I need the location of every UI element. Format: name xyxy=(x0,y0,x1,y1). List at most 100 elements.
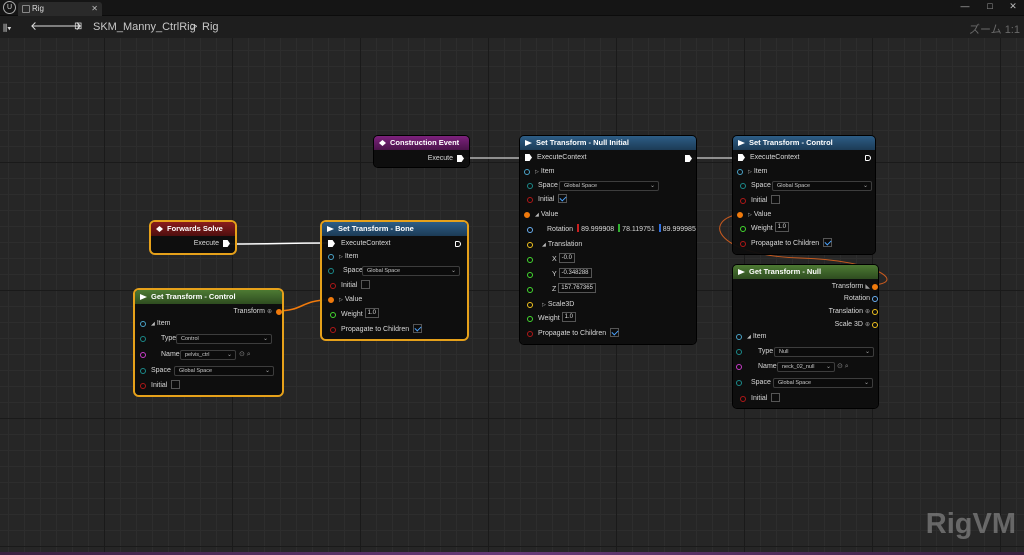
propagate-pin[interactable] xyxy=(527,331,533,337)
propagate-pin[interactable] xyxy=(330,327,336,333)
name-dropdown[interactable]: neck_02_null ⌄ xyxy=(777,362,835,372)
get-transform-null-node[interactable]: Get Transform - Null Transform ◣ Rotation… xyxy=(733,265,878,408)
y-input[interactable]: -0.348288 xyxy=(558,268,592,279)
type-pin[interactable] xyxy=(736,349,742,355)
transform-output-pin[interactable] xyxy=(276,309,282,315)
execute-pin[interactable] xyxy=(457,155,464,162)
space-pin[interactable] xyxy=(328,268,334,274)
space-dropdown[interactable]: Global Space ⌄ xyxy=(773,378,873,388)
initial-pin[interactable] xyxy=(527,197,533,203)
weight-pin[interactable] xyxy=(740,226,746,232)
item-label: Item xyxy=(156,320,171,327)
initial-pin[interactable] xyxy=(740,198,746,204)
initial-checkbox[interactable] xyxy=(171,379,181,389)
initial-pin[interactable] xyxy=(140,383,146,389)
weight-input[interactable]: 1.0 xyxy=(561,312,576,323)
value-pin[interactable] xyxy=(737,212,743,218)
maximize-button[interactable]: □ xyxy=(982,1,998,11)
graph-navbar: ⫼▾ 🡐 🡒 ⊞ SKM_Manny_CtrlRig > Rig ズーム 1:1 xyxy=(0,16,1024,38)
set-transform-null-initial-node[interactable]: Set Transform - Null Initial ExecuteCont… xyxy=(520,136,696,344)
propagate-pin[interactable] xyxy=(740,241,746,247)
type-dropdown[interactable]: Control ⌄ xyxy=(176,334,272,344)
menu-icon[interactable]: ⫼▾ xyxy=(3,22,12,34)
space-pin[interactable] xyxy=(736,380,742,386)
space-pin[interactable] xyxy=(740,183,746,189)
execute-input-pin[interactable] xyxy=(328,240,335,247)
translation-pin[interactable] xyxy=(527,242,533,248)
unreal-logo-icon[interactable]: U xyxy=(3,1,16,14)
name-value: pelvis_ctrl xyxy=(185,352,210,358)
breadcrumb-asset[interactable]: SKM_Manny_CtrlRig xyxy=(93,21,196,33)
initial-checkbox[interactable] xyxy=(361,279,371,289)
execute-output-pin[interactable] xyxy=(455,241,461,247)
minimize-button[interactable]: — xyxy=(957,1,973,11)
item-pin[interactable] xyxy=(328,254,334,260)
set-transform-control-node[interactable]: Set Transform - Control ExecuteContext ▷… xyxy=(733,136,875,254)
rotation-y-value[interactable]: 78.119751 xyxy=(622,226,655,233)
weight-pin[interactable] xyxy=(527,316,533,322)
transform-output-pin[interactable] xyxy=(872,284,878,290)
close-button[interactable]: ✕ xyxy=(1005,1,1021,12)
chevron-down-icon: ⌄ xyxy=(450,268,456,274)
rotation-pin[interactable] xyxy=(527,227,533,233)
space-pin[interactable] xyxy=(527,183,533,189)
item-pin[interactable] xyxy=(140,321,146,327)
x-input[interactable]: -0.0 xyxy=(558,253,575,264)
execute-output-pin[interactable] xyxy=(865,155,871,161)
name-dropdown[interactable]: pelvis_ctrl ⌄ xyxy=(180,350,236,360)
space-dropdown[interactable]: Global Space ⌄ xyxy=(362,266,460,276)
forwards-solve-node[interactable]: Forwards Solve Execute xyxy=(151,222,235,253)
tab-rig[interactable]: Rig ✕ xyxy=(18,2,102,16)
initial-checkbox[interactable] xyxy=(558,193,568,203)
space-value: Global Space xyxy=(564,183,598,189)
type-pin[interactable] xyxy=(140,336,146,342)
scale3d-output-pin[interactable] xyxy=(872,322,878,328)
z-pin[interactable] xyxy=(527,287,533,293)
space-dropdown[interactable]: Global Space ⌄ xyxy=(174,366,274,376)
get-transform-control-node[interactable]: Get Transform - Control Transform ⊕ ◢ Item… xyxy=(135,290,282,395)
set-transform-bone-node[interactable]: Set Transform - Bone ExecuteContext ▷ Ite… xyxy=(322,222,467,339)
type-dropdown[interactable]: Null ⌄ xyxy=(774,347,874,357)
node-title: Get Transform - Null xyxy=(749,267,822,276)
x-pin[interactable] xyxy=(527,257,533,263)
translation-output-pin[interactable] xyxy=(872,309,878,315)
value-pin[interactable] xyxy=(524,212,530,218)
initial-checkbox[interactable] xyxy=(771,194,781,204)
execute-output-pin[interactable] xyxy=(685,155,692,162)
y-pin[interactable] xyxy=(527,272,533,278)
space-dropdown[interactable]: Global Space ⌄ xyxy=(559,181,659,191)
propagate-checkbox[interactable] xyxy=(413,323,423,333)
name-picker-icons[interactable]: ⊙ ⌕ xyxy=(837,361,849,373)
item-pin[interactable] xyxy=(737,169,743,175)
rotation-x-value[interactable]: 89.999908 xyxy=(581,226,614,233)
breadcrumb-graph[interactable]: Rig xyxy=(202,21,219,33)
construction-event-node[interactable]: Construction Event Execute xyxy=(374,136,469,167)
item-pin[interactable] xyxy=(736,334,742,340)
scale3d-label: Scale3D xyxy=(547,301,575,308)
execute-input-pin[interactable] xyxy=(738,154,745,161)
rotation-z-value[interactable]: 89.999985 xyxy=(663,226,696,233)
space-dropdown[interactable]: Global Space ⌄ xyxy=(772,181,872,191)
close-tab-icon[interactable]: ✕ xyxy=(91,2,98,16)
name-pin[interactable] xyxy=(736,364,742,370)
initial-checkbox[interactable] xyxy=(771,392,781,402)
propagate-checkbox[interactable] xyxy=(823,237,833,247)
execute-pin[interactable] xyxy=(223,240,230,247)
space-label: Space xyxy=(151,367,171,374)
item-pin[interactable] xyxy=(524,169,530,175)
value-pin[interactable] xyxy=(328,297,334,303)
propagate-checkbox[interactable] xyxy=(610,327,620,337)
execute-input-pin[interactable] xyxy=(525,154,532,161)
space-pin[interactable] xyxy=(140,368,146,374)
name-picker-icons[interactable]: ⊙ ⌕ xyxy=(239,349,251,361)
name-pin[interactable] xyxy=(140,352,146,358)
z-input[interactable]: 157.767365 xyxy=(558,283,596,294)
hierarchy-icon[interactable]: ⊞ xyxy=(74,21,82,33)
initial-pin[interactable] xyxy=(740,396,746,402)
rotation-output-pin[interactable] xyxy=(872,296,878,302)
weight-input[interactable]: 1.0 xyxy=(774,222,789,233)
initial-pin[interactable] xyxy=(330,283,336,289)
weight-pin[interactable] xyxy=(330,312,336,318)
scale3d-pin[interactable] xyxy=(527,302,533,308)
weight-input[interactable]: 1.0 xyxy=(364,308,379,319)
